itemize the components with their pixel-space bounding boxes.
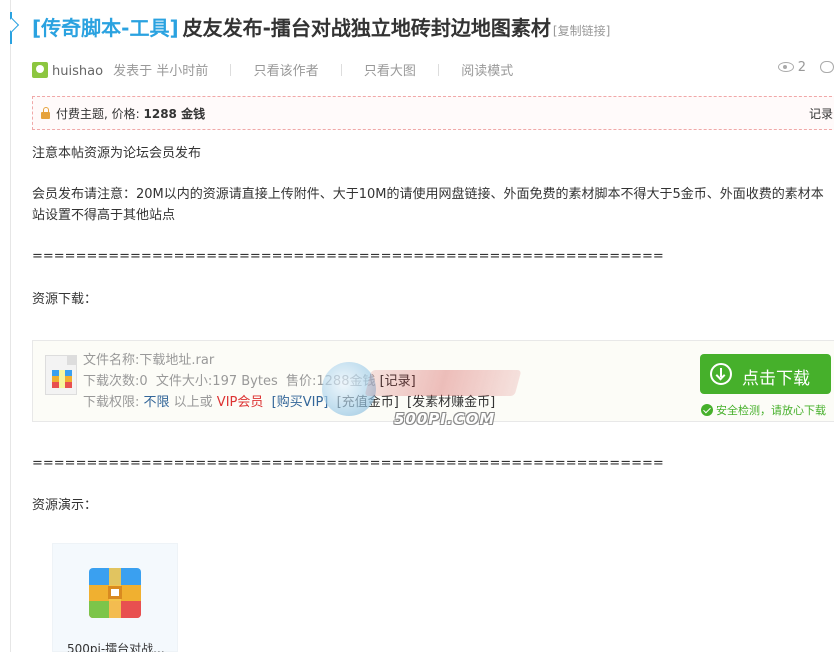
left-rail (0, 0, 20, 652)
comment-icon[interactable] (820, 61, 834, 73)
avatar-icon[interactable] (32, 62, 48, 78)
recharge-link[interactable]: [充值金币] (337, 395, 399, 410)
demo-filename[interactable]: 500pi-擂台对战... (67, 640, 165, 652)
thread-meta: huishao 发表于 半小时前 只看该作者 只看大图 阅读模式 2 (32, 60, 834, 80)
paid-record-link[interactable]: 记录 (809, 105, 833, 122)
permission-or: 以上或 (169, 395, 217, 410)
buy-vip-link[interactable]: [购买VIP] (272, 395, 329, 410)
meta-divider (438, 64, 440, 76)
download-button-label: 点击下载 (742, 369, 810, 389)
thread-stats: 2 (777, 60, 834, 75)
download-heading: 资源下载： (32, 292, 98, 307)
view-count: 2 (797, 60, 806, 75)
rail-line (10, 0, 11, 652)
download-count: 下载次数:0 (83, 374, 148, 389)
thread-category[interactable]: [传奇脚本-工具] (32, 16, 179, 40)
attachment-info: 下载次数:0 文件大小:197 Bytes 售价:1288金钱 [记录] (83, 370, 416, 389)
purchase-record-link[interactable]: [记录] (380, 374, 416, 389)
winrar-icon (89, 568, 141, 618)
eye-icon (777, 62, 794, 72)
download-button[interactable]: 点击下载 (700, 354, 831, 394)
attachment-permission: 下载权限: 不限 以上或 VIP会员 [购买VIP] [充值金币] [发素材赚金… (83, 391, 495, 410)
safety-notice: 安全检测，请放心下载 (701, 402, 826, 418)
divider-line: ========================================… (32, 249, 664, 264)
thread-title-row: [传奇脚本-工具] 皮友发布-擂台对战独立地砖封边地图素材 [复制链接] (32, 12, 610, 42)
divider-line: ========================================… (32, 456, 664, 471)
paid-label: 付费主题, 价格: (56, 107, 144, 121)
file-size: 文件大小:197 Bytes (155, 374, 278, 389)
only-author-link[interactable]: 只看该作者 (254, 64, 319, 79)
only-large-images-link[interactable]: 只看大图 (364, 64, 416, 79)
permission-label: 下载权限: (83, 395, 144, 410)
permission-value: 不限 (143, 395, 170, 410)
copy-link-button[interactable]: [复制链接] (553, 24, 610, 38)
demo-heading: 资源演示： (32, 498, 98, 513)
rules-paragraph: 会员发布请注意：20M以内的资源请直接上传附件、大于10M的请使用网盘链接、外面… (32, 187, 824, 223)
earn-coins-link[interactable]: [发素材赚金币] (407, 395, 495, 410)
attachment-filename: 文件名称:下载地址.rar (83, 353, 215, 368)
post-time: 发表于 半小时前 (113, 64, 209, 79)
download-arrow-icon (710, 363, 732, 385)
paid-price: 1288 金钱 (143, 107, 206, 121)
rail-chevron-icon (4, 17, 20, 33)
rar-file-icon (45, 355, 77, 395)
meta-divider (340, 64, 342, 76)
check-icon (701, 404, 713, 416)
vip-label: VIP会员 (216, 395, 264, 410)
author-name[interactable]: huishao (52, 64, 103, 79)
demo-attachment-card[interactable]: 500pi-擂台对战... (52, 543, 178, 652)
safety-text: 安全检测，请放心下载 (716, 404, 826, 417)
file-price: 售价:1288金钱 (286, 374, 376, 389)
thread-title: 皮友发布-擂台对战独立地砖封边地图素材 (182, 16, 551, 40)
paid-topic-box: 付费主题, 价格: 1288 金钱 记录 (32, 96, 834, 130)
meta-divider (230, 64, 232, 76)
reading-mode-link[interactable]: 阅读模式 (461, 64, 513, 79)
lock-icon (41, 107, 50, 119)
notice-line: 注意本帖资源为论坛会员发布 (32, 146, 202, 161)
